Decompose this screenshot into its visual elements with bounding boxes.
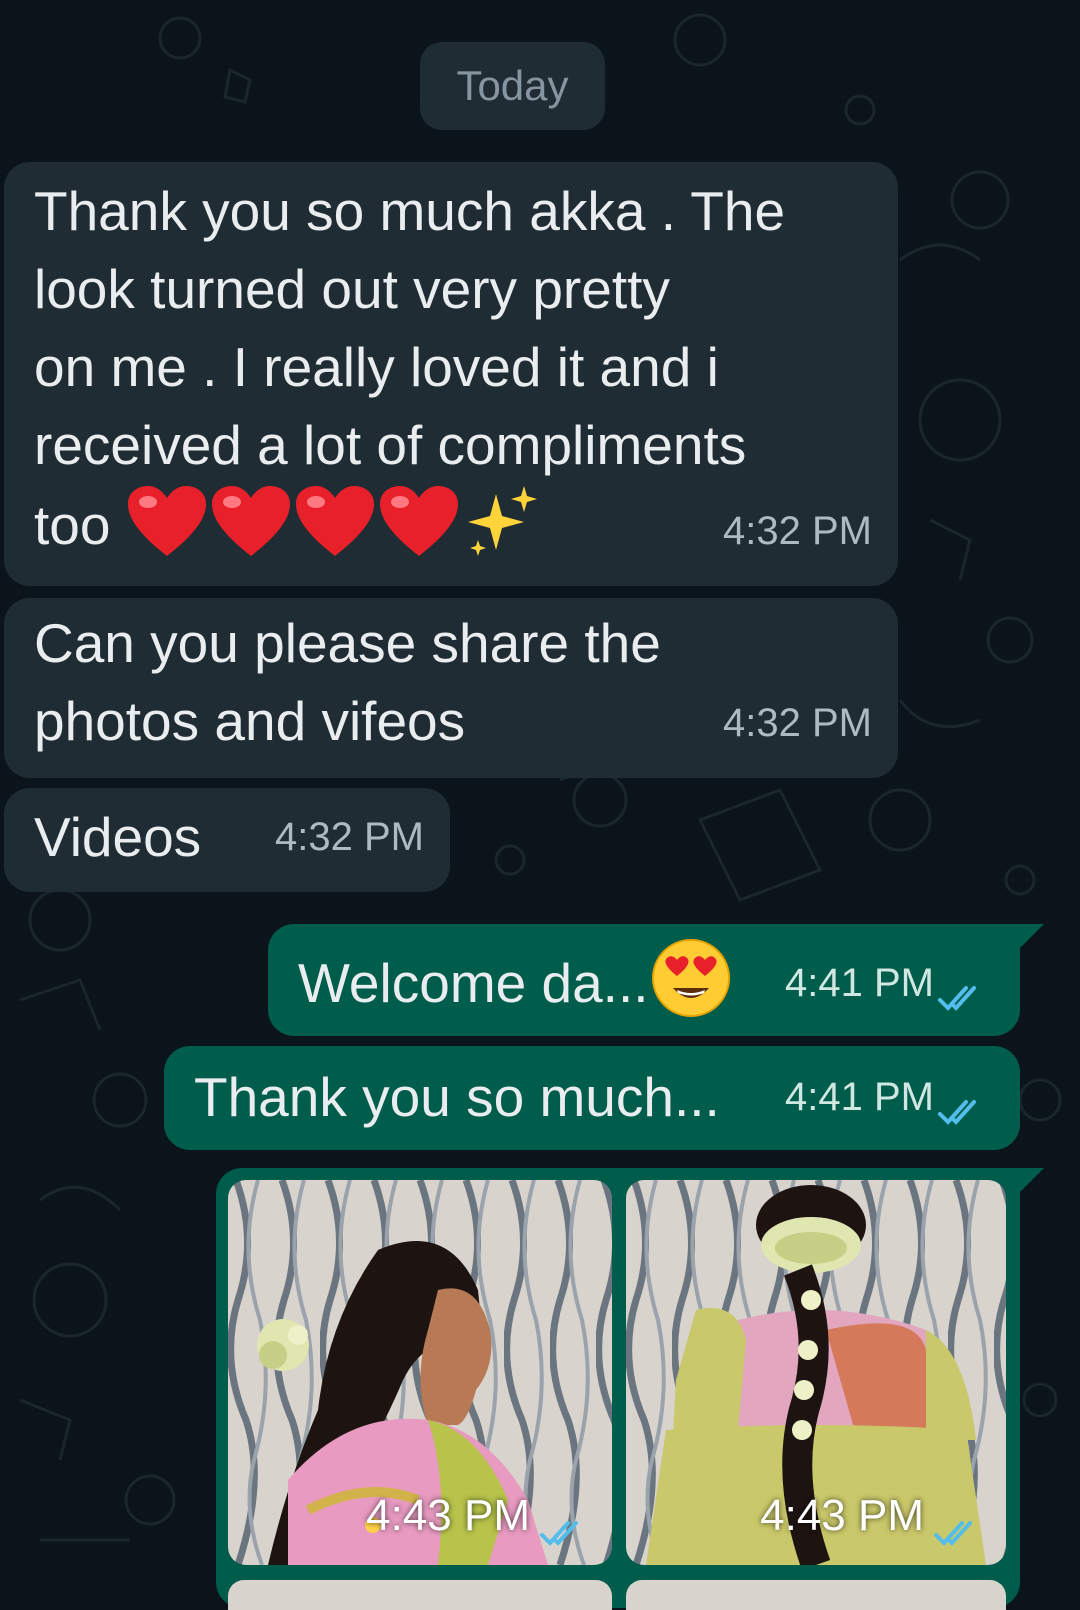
album-photo[interactable]: 4:43 PM xyxy=(228,1180,612,1565)
red-heart-emoji xyxy=(127,486,206,556)
chat-area[interactable]: Today Thank you so much akka . The look … xyxy=(0,0,1080,1610)
photo-time: 4:43 PM xyxy=(366,1491,530,1540)
date-divider-label: Today xyxy=(456,62,569,109)
message-line: received a lot of compliments xyxy=(34,414,747,476)
message-time: 4:32 PM xyxy=(723,509,872,553)
incoming-message[interactable]: Can you please share the photos and vife… xyxy=(4,598,898,778)
message-line: Videos xyxy=(34,806,202,868)
message-line: look turned out very pretty xyxy=(34,258,670,320)
photo-album-message[interactable]: 4:43 PM 4:43 PM xyxy=(216,1168,1020,1610)
read-receipt-icon xyxy=(540,1521,578,1546)
sparkles-emoji xyxy=(467,486,537,556)
message-time: 4:41 PM xyxy=(785,961,934,1005)
bubble-tail xyxy=(1014,1168,1044,1198)
read-receipt-icon xyxy=(934,1521,972,1546)
red-heart-emoji xyxy=(295,486,374,556)
message-line: Welcome da... xyxy=(298,952,649,1014)
bubble-tail xyxy=(1014,924,1044,954)
photo-time: 4:43 PM xyxy=(760,1491,924,1540)
red-heart-emoji xyxy=(211,486,290,556)
date-divider: Today xyxy=(420,42,605,130)
message-line: photos and vifeos xyxy=(34,690,466,752)
message-time: 4:32 PM xyxy=(723,701,872,745)
message-time: 4:32 PM xyxy=(275,815,424,859)
message-time: 4:41 PM xyxy=(785,1075,934,1119)
message-line: Thank you so much... xyxy=(194,1066,720,1128)
album-photo-row-2[interactable] xyxy=(228,1580,1006,1610)
message-line: Can you please share the xyxy=(34,612,661,674)
read-receipt-icon xyxy=(938,1100,976,1125)
incoming-message[interactable]: Thank you so much akka . The look turned… xyxy=(4,162,898,586)
message-line: too xyxy=(34,494,111,556)
album-photo[interactable]: 4:43 PM xyxy=(626,1180,1006,1565)
message-line: on me . I really loved it and i xyxy=(34,336,719,398)
red-heart-emoji xyxy=(379,486,458,556)
message-line: Thank you so much akka . The xyxy=(34,180,786,242)
heart-eyes-emoji xyxy=(651,939,730,1017)
incoming-message[interactable]: Videos 4:32 PM xyxy=(4,788,450,892)
read-receipt-icon xyxy=(938,986,976,1011)
outgoing-message[interactable]: Welcome da... 4:41 PM xyxy=(268,924,1020,1036)
outgoing-message[interactable]: Thank you so much... 4:41 PM xyxy=(164,1046,1020,1150)
